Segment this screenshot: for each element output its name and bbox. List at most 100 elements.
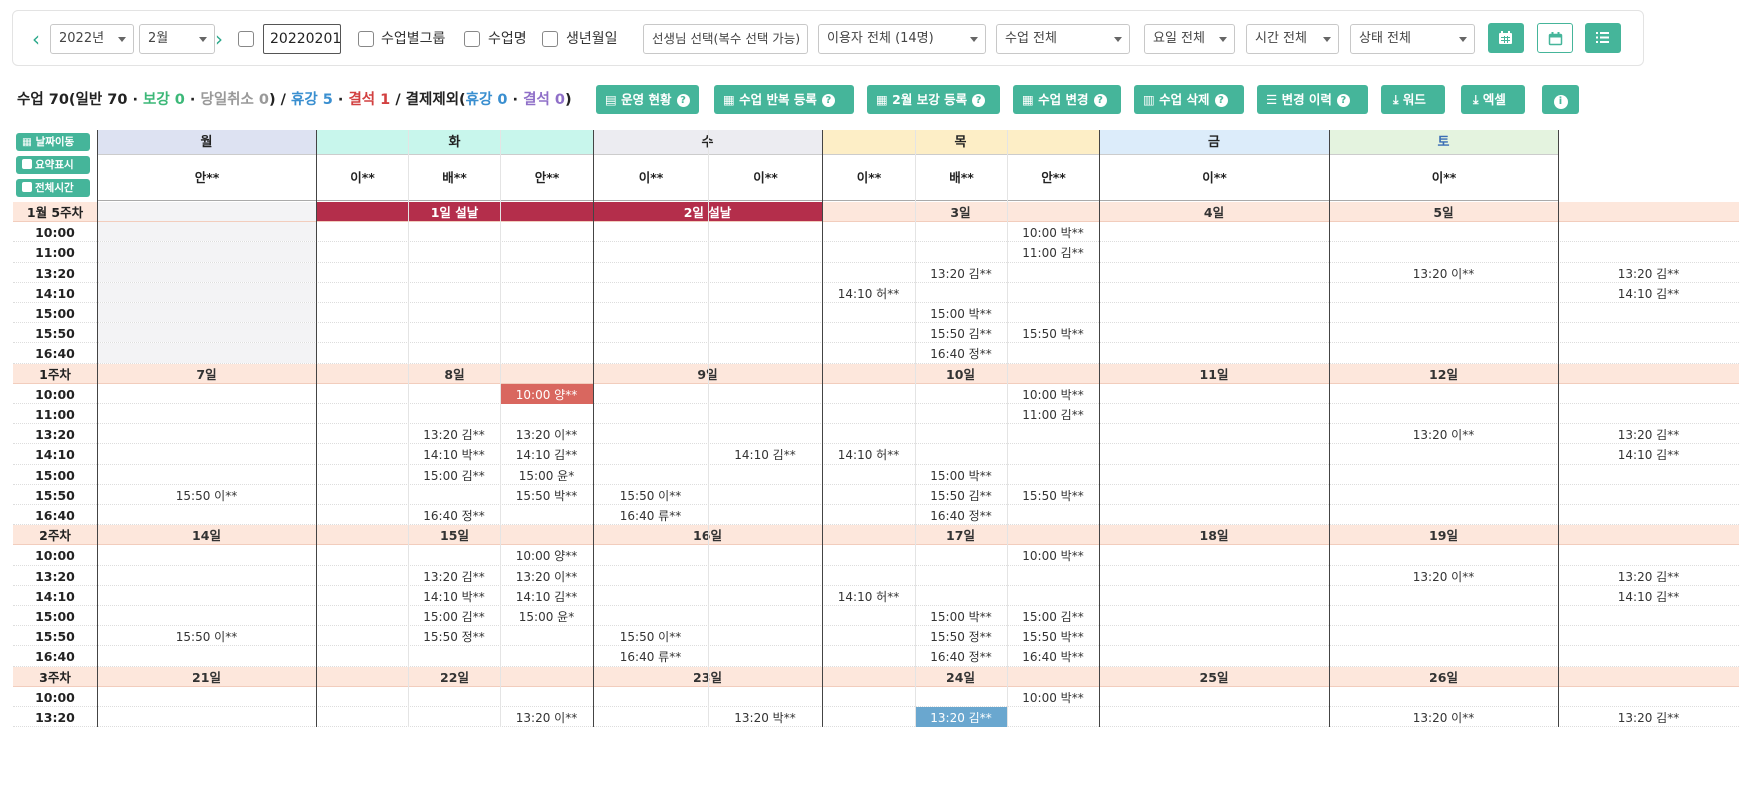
date-label[interactable]: 14일 xyxy=(97,525,316,544)
teacher-column-header[interactable]: 배** xyxy=(408,155,500,201)
all-time-checkbox[interactable] xyxy=(22,182,32,192)
class-entry[interactable]: 15:50 박** xyxy=(1007,485,1099,505)
class-entry[interactable]: 13:20 이** xyxy=(500,707,593,727)
class-entry[interactable]: 14:10 김** xyxy=(500,444,593,464)
class-select[interactable]: 수업 전체 xyxy=(996,24,1130,54)
all-time-toggle[interactable]: 전체시간 xyxy=(16,179,90,197)
class-entry[interactable]: 14:10 김** xyxy=(500,586,593,606)
class-entry[interactable]: 13:20 김** xyxy=(408,424,500,444)
date-checkbox[interactable] xyxy=(238,31,254,47)
class-entry[interactable]: 14:10 김** xyxy=(1558,444,1739,464)
class-delete-button[interactable]: ▥ 수업 삭제? xyxy=(1134,85,1244,114)
change-history-button[interactable]: ☰ 변경 이력? xyxy=(1257,85,1368,114)
date-label[interactable]: 19일 xyxy=(1329,525,1558,544)
list-icon[interactable] xyxy=(1585,23,1621,53)
class-entry[interactable]: 16:40 류** xyxy=(593,646,708,666)
class-entry[interactable]: 10:00 양** xyxy=(500,383,593,404)
class-entry[interactable]: 16:40 정** xyxy=(915,505,1007,525)
class-entry[interactable]: 15:50 박** xyxy=(500,485,593,505)
calendar-outline-icon[interactable] xyxy=(1537,23,1573,53)
class-entry[interactable]: 15:50 이** xyxy=(593,626,708,646)
year-select[interactable]: 2022년 xyxy=(50,24,134,54)
calendar-icon[interactable] xyxy=(1488,23,1524,53)
class-entry[interactable]: 15:50 박** xyxy=(1007,626,1099,646)
teacher-column-header[interactable]: 안** xyxy=(500,155,593,201)
class-entry[interactable]: 13:20 이** xyxy=(1329,424,1558,444)
date-label[interactable]: 22일 xyxy=(316,667,593,686)
date-label[interactable]: 1일 설날 xyxy=(316,202,593,222)
user-select[interactable]: 이용자 전체 (14명) xyxy=(818,24,986,54)
class-entry[interactable]: 16:40 정** xyxy=(915,646,1007,666)
class-entry[interactable]: 14:10 허** xyxy=(822,586,915,606)
class-entry[interactable]: 15:50 박** xyxy=(1007,323,1099,343)
class-entry[interactable]: 14:10 김** xyxy=(1558,283,1739,303)
class-entry[interactable]: 10:00 박** xyxy=(1007,384,1099,404)
chevron-right-icon[interactable]: › xyxy=(212,29,226,49)
teacher-column-header[interactable]: 이** xyxy=(593,155,708,201)
class-entry[interactable]: 10:00 박** xyxy=(1007,222,1099,242)
class-entry[interactable]: 13:20 이** xyxy=(1329,566,1558,586)
date-label[interactable]: 11일 xyxy=(1099,364,1329,383)
date-label[interactable]: 21일 xyxy=(97,667,316,686)
class-entry[interactable]: 10:00 양** xyxy=(500,545,593,565)
class-group-checkbox[interactable] xyxy=(358,31,374,47)
class-entry[interactable]: 15:00 김** xyxy=(408,606,500,626)
class-entry[interactable]: 13:20 김** xyxy=(915,707,1007,728)
class-entry[interactable]: 13:20 김** xyxy=(1558,424,1739,444)
class-entry[interactable]: 15:50 김** xyxy=(915,485,1007,505)
date-label[interactable]: 8일 xyxy=(316,364,593,383)
class-entry[interactable]: 13:20 김** xyxy=(408,566,500,586)
class-entry[interactable]: 15:00 김** xyxy=(1007,606,1099,626)
class-name-checkbox[interactable] xyxy=(464,31,480,47)
class-entry[interactable]: 15:00 박** xyxy=(915,465,1007,485)
repeat-register-button[interactable]: ▦ 수업 반복 등록? xyxy=(714,85,854,114)
birth-checkbox[interactable] xyxy=(542,31,558,47)
class-entry[interactable]: 13:20 김** xyxy=(1558,263,1739,283)
status-select[interactable]: 상태 전체 xyxy=(1350,24,1475,54)
info-button[interactable]: i xyxy=(1542,85,1579,114)
class-entry[interactable]: 16:40 박** xyxy=(1007,646,1099,666)
class-entry[interactable]: 15:50 정** xyxy=(408,626,500,646)
teacher-column-header[interactable]: 이** xyxy=(708,155,822,201)
class-entry[interactable]: 13:20 김** xyxy=(1558,566,1739,586)
class-entry[interactable]: 14:10 김** xyxy=(708,444,822,464)
class-entry[interactable]: 13:20 이** xyxy=(500,424,593,444)
date-label[interactable]: 4일 xyxy=(1099,202,1329,221)
class-entry[interactable]: 15:00 박** xyxy=(915,606,1007,626)
class-entry[interactable]: 14:10 박** xyxy=(408,444,500,464)
class-entry[interactable]: 10:00 박** xyxy=(1007,687,1099,707)
class-entry[interactable]: 15:50 이** xyxy=(593,485,708,505)
class-entry[interactable]: 15:50 이** xyxy=(97,485,316,505)
class-entry[interactable]: 15:50 김** xyxy=(915,323,1007,343)
class-entry[interactable]: 13:20 김** xyxy=(915,263,1007,283)
class-entry[interactable]: 15:50 정** xyxy=(915,626,1007,646)
teacher-column-header[interactable]: 이** xyxy=(1329,155,1558,201)
chevron-left-icon[interactable]: ‹ xyxy=(29,29,43,49)
date-input[interactable]: 20220201 xyxy=(263,24,341,54)
date-label[interactable]: 5일 xyxy=(1329,202,1558,221)
excel-download-button[interactable]: ⤓ 엑셀 xyxy=(1461,85,1525,114)
teacher-column-header[interactable]: 이** xyxy=(1099,155,1329,201)
date-label[interactable]: 10일 xyxy=(822,364,1099,383)
date-label[interactable] xyxy=(97,202,316,222)
date-move-button[interactable]: ▦ 날짜이동 xyxy=(16,133,90,151)
word-download-button[interactable]: ⤓ 워드 xyxy=(1381,85,1445,114)
date-label[interactable]: 26일 xyxy=(1329,667,1558,686)
class-entry[interactable]: 13:20 이** xyxy=(1329,707,1558,727)
class-entry[interactable]: 13:20 이** xyxy=(500,566,593,586)
class-entry[interactable]: 15:00 박** xyxy=(915,303,1007,323)
class-entry[interactable]: 14:10 허** xyxy=(822,444,915,464)
operation-status-button[interactable]: ▤ 운영 현황? xyxy=(596,85,699,114)
summary-view-toggle[interactable]: 요약표시 xyxy=(16,156,90,174)
class-entry[interactable]: 14:10 박** xyxy=(408,586,500,606)
summary-view-checkbox[interactable] xyxy=(22,159,32,169)
teacher-column-header[interactable]: 이** xyxy=(316,155,408,201)
class-entry[interactable]: 11:00 김** xyxy=(1007,404,1099,424)
class-entry[interactable]: 15:00 김** xyxy=(408,465,500,485)
teacher-select[interactable]: 선생님 선택(복수 선택 가능) xyxy=(643,24,808,54)
class-entry[interactable]: 16:40 정** xyxy=(408,505,500,525)
class-entry[interactable]: 13:20 박** xyxy=(708,707,822,727)
class-entry[interactable]: 16:40 정** xyxy=(915,343,1007,363)
weekday-select[interactable]: 요일 전체 xyxy=(1144,24,1235,54)
date-label[interactable]: 12일 xyxy=(1329,364,1558,383)
